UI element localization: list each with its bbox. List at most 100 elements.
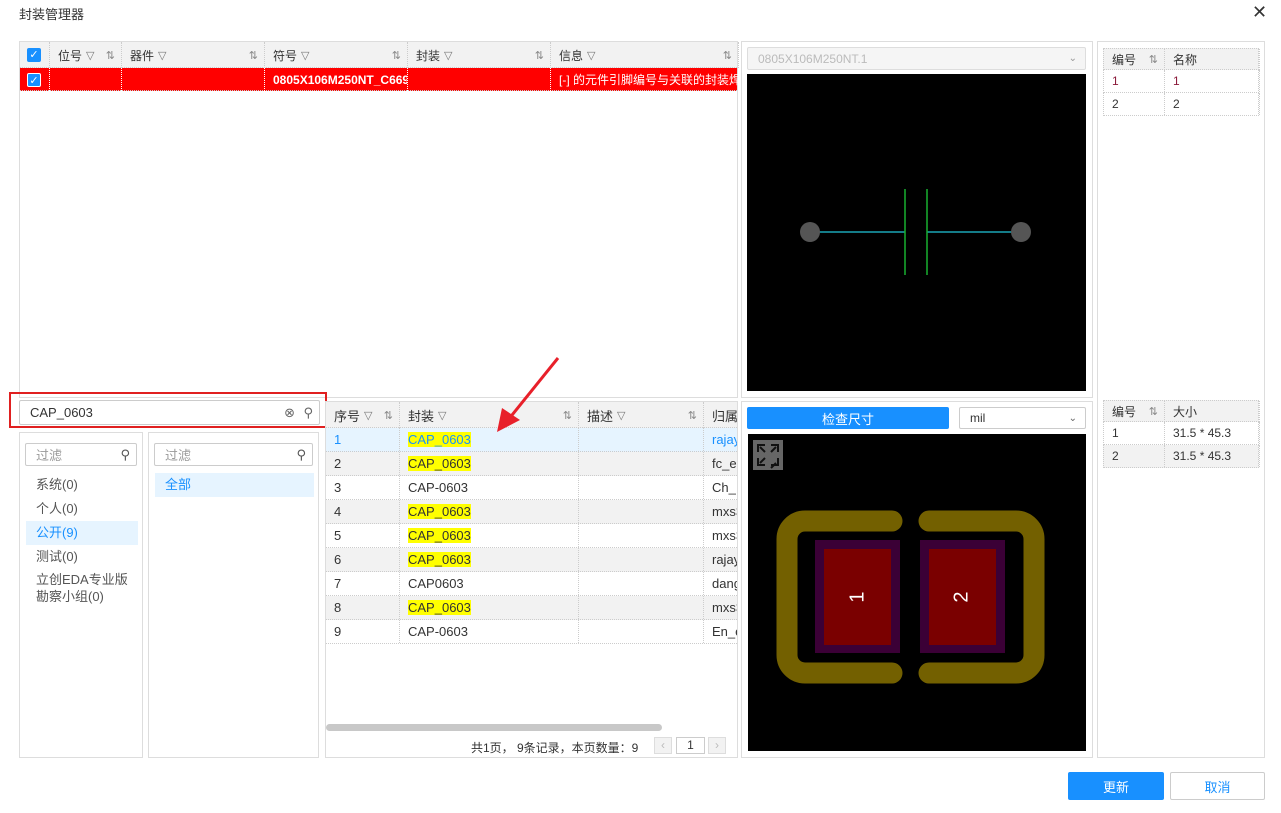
update-button[interactable]: 更新 [1068, 772, 1164, 800]
unit-select[interactable]: mil ⌄ [959, 407, 1086, 429]
table-row[interactable]: 9 CAP-0603 En_e [326, 620, 737, 644]
annotation-arrow [497, 357, 560, 432]
cell-text: CAP_0603 [408, 552, 471, 567]
cancel-button[interactable]: 取消 [1170, 772, 1265, 800]
sort-icon[interactable]: ⇅ [1149, 405, 1158, 418]
cell-text: Ch_I [712, 480, 738, 495]
filter-icon[interactable]: ▽ [617, 409, 625, 422]
cell-text: 1 [334, 432, 342, 447]
component-table: ✓ 位号 ▽ ⇅ 器件 ▽ ⇅ 符号 ▽ ⇅ 封装 ▽ ⇅ 信息 ▽ ⇅ ✓ 0805X106M250NT_C6… [19, 41, 739, 398]
footprint-search-input[interactable]: CAP_0603 ⊗ ⚲ [19, 400, 320, 425]
column-header[interactable]: 归属 [704, 402, 737, 428]
filter-icon[interactable]: ▽ [364, 409, 372, 422]
column-label: 符号 [273, 48, 298, 63]
table-row[interactable]: 3 CAP-0603 Ch_I [326, 476, 737, 500]
cell-owner: mxs3 [704, 596, 737, 619]
filter-icon[interactable]: ▽ [438, 409, 446, 422]
table-row[interactable]: 2 CAP_0603 fc_e [326, 452, 737, 476]
column-label: 封装 [408, 408, 435, 424]
search-icon[interactable]: ⚲ [120, 447, 130, 463]
cell-text: CAP_0603 [408, 528, 471, 543]
column-label: 序号 [334, 408, 361, 424]
next-page-button[interactable]: › [708, 737, 726, 754]
list-item[interactable]: 系统(0) [26, 473, 138, 497]
filter-icon[interactable]: ▽ [158, 49, 166, 62]
symbol-canvas[interactable] [747, 74, 1086, 391]
table-row[interactable]: 2 31.5 * 45.3 [1103, 445, 1260, 468]
column-header[interactable]: 编号 ⇅ [1104, 49, 1165, 70]
filter-icon[interactable]: ▽ [301, 49, 309, 62]
clear-icon[interactable]: ⊗ [284, 405, 295, 421]
horizontal-scrollbar[interactable] [326, 724, 662, 731]
cell-owner: rajay [704, 548, 737, 571]
table-row[interactable]: 1 31.5 * 45.3 [1103, 422, 1260, 445]
filter-icon[interactable]: ▽ [86, 49, 94, 62]
table-row[interactable]: 5 CAP_0603 mxs3 [326, 524, 737, 548]
sort-icon[interactable]: ⇅ [249, 49, 258, 62]
search-icon[interactable]: ⚲ [303, 405, 313, 421]
category-list: 过滤 ⚲ 全部 [148, 432, 319, 758]
column-header[interactable]: 器件 ▽ ⇅ [122, 42, 265, 68]
results-table: 序号 ▽ ⇅ 封装 ▽ ⇅ 描述 ▽ ⇅ 归属 1 CAP_0603 rajay 2 CAP_0603 fc… [325, 401, 738, 758]
column-header[interactable]: 位号 ▽ ⇅ [50, 42, 122, 68]
cell-text: 5 [334, 528, 342, 543]
check-size-button[interactable]: 检查尺寸 [747, 407, 949, 429]
select-all-checkbox[interactable]: ✓ [20, 42, 50, 68]
column-header[interactable]: 描述 ▽ ⇅ [579, 402, 704, 428]
sort-icon[interactable]: ⇅ [688, 409, 697, 422]
cell-desc [579, 620, 704, 643]
table-row[interactable]: 6 CAP_0603 rajay [326, 548, 737, 572]
column-label: 封装 [416, 48, 441, 63]
close-icon[interactable]: ✕ [1252, 2, 1267, 23]
column-header[interactable]: 名称 [1165, 49, 1260, 70]
sort-icon[interactable]: ⇅ [1149, 53, 1158, 66]
page-input[interactable]: 1 [676, 737, 705, 754]
list-item[interactable]: 测试(0) [26, 545, 138, 569]
check-icon: ✓ [27, 48, 41, 62]
table-row[interactable]: 7 CAP0603 dang [326, 572, 737, 596]
prev-page-button[interactable]: ‹ [654, 737, 672, 754]
table-row[interactable]: 4 CAP_0603 mxs3 [326, 500, 737, 524]
list-item[interactable]: 个人(0) [26, 497, 138, 521]
cell-footprint: CAP_0603 [400, 548, 579, 571]
cell-footprint: CAP_0603 [400, 596, 579, 619]
symbol-select[interactable]: 0805X106M250NT.1 ⌄ [747, 47, 1086, 70]
table-header: 编号 ⇅ 名称 [1103, 48, 1260, 70]
symbol-select-value: 0805X106M250NT.1 [758, 51, 868, 66]
filter-icon[interactable]: ▽ [587, 49, 595, 62]
column-header[interactable]: 信息 ▽ ⇅ [551, 42, 739, 68]
table-row[interactable]: ✓ 0805X106M250NT_C669 [-] 的元件引脚编号与关联的封装焊 [20, 68, 739, 91]
column-header[interactable]: 序号 ▽ ⇅ [326, 402, 400, 428]
table-row[interactable]: 8 CAP_0603 mxs3 [326, 596, 737, 620]
sort-icon[interactable]: ⇅ [535, 49, 544, 62]
search-icon[interactable]: ⚲ [296, 447, 306, 463]
sort-icon[interactable]: ⇅ [392, 49, 401, 62]
column-label: 编号 [1112, 53, 1137, 67]
list-item[interactable]: 立创EDA专业版 勘察小组(0) [26, 569, 138, 605]
cell-text: 1 [1165, 70, 1260, 92]
table-row[interactable]: 11 [1103, 70, 1260, 93]
column-header[interactable]: 符号 ▽ ⇅ [265, 42, 408, 68]
column-header[interactable]: 大小 [1165, 401, 1260, 422]
cell-no: 6 [326, 548, 400, 571]
list-item[interactable]: 公开(9) [26, 521, 138, 545]
list-item[interactable]: 全部 [155, 473, 314, 497]
filter-input[interactable]: 过滤 ⚲ [25, 443, 137, 466]
pin-pad-pane: 编号 ⇅ 名称 1 1 2 2 编号 ⇅ 大小 1 31.5 * 45.3 2 31.5 * 45.3 [1097, 41, 1265, 758]
filter-icon[interactable]: ▽ [444, 49, 452, 62]
sort-icon[interactable]: ⇅ [723, 49, 732, 62]
cell-text: CAP_0603 [408, 504, 471, 519]
cell-text: mxs3 [712, 600, 737, 615]
sort-icon[interactable]: ⇅ [106, 49, 115, 62]
column-header[interactable]: 封装 ▽ ⇅ [408, 42, 551, 68]
column-label: 器件 [130, 48, 155, 63]
filter-input[interactable]: 过滤 ⚲ [154, 443, 313, 466]
cell-text: CAP-0603 [408, 480, 468, 495]
table-row[interactable]: 22 [1103, 93, 1260, 116]
footprint-canvas[interactable]: 1 2 [748, 434, 1086, 751]
cell-footprint: CAP_0603 [400, 500, 579, 523]
sort-icon[interactable]: ⇅ [384, 409, 393, 422]
column-header[interactable]: 编号 ⇅ [1104, 401, 1165, 422]
row-checkbox[interactable]: ✓ [20, 68, 50, 91]
cell-desc [579, 524, 704, 547]
